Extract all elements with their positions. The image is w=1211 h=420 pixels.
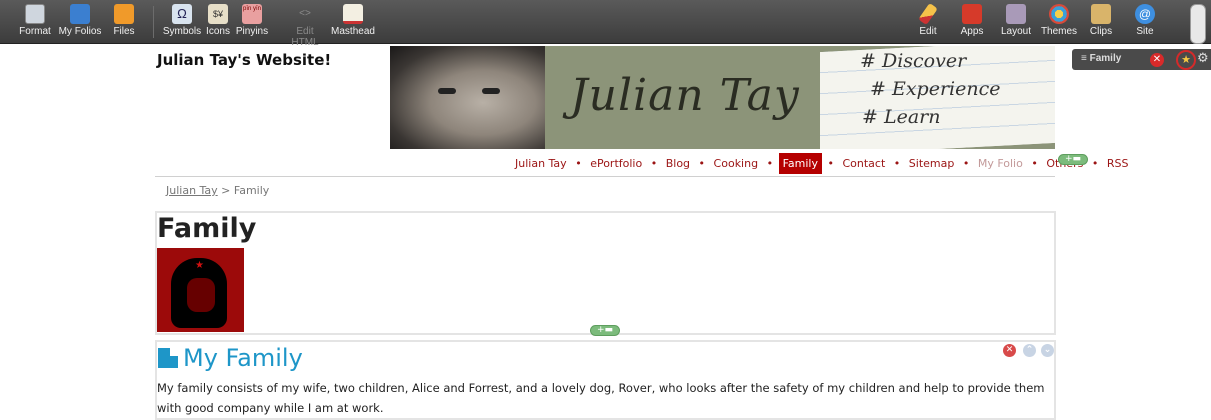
close-icon[interactable]: ✕ <box>1003 344 1016 357</box>
nav-separator: • <box>650 157 658 170</box>
nav-separator: • <box>962 157 970 170</box>
clips-button[interactable]: Clips <box>1087 4 1115 42</box>
my-folios-button[interactable]: My Folios <box>56 4 104 42</box>
nav-item-cooking[interactable]: Cooking <box>711 153 762 174</box>
symbols-button[interactable]: Ω Symbols <box>162 4 202 42</box>
palette-icon <box>1049 4 1069 24</box>
masthead-button[interactable]: Masthead <box>330 4 376 42</box>
nav-item-family[interactable]: Family <box>778 153 822 174</box>
gear-icon[interactable]: ⚙ <box>1197 51 1209 66</box>
themes-button[interactable]: Themes <box>1040 4 1078 42</box>
main-nav: Julian Tay • ePortfolio • Blog • Cooking… <box>512 153 1131 175</box>
edit-html-button[interactable]: <> Edit HTML <box>282 4 328 48</box>
format-button[interactable]: Format <box>14 4 56 42</box>
pinyins-button[interactable]: pīn yīn Pinyins <box>234 4 270 42</box>
breadcrumb: Julian Tay > Family <box>166 184 269 197</box>
nav-separator: • <box>827 157 834 170</box>
files-icon <box>114 4 134 24</box>
section-title: My Family <box>183 344 303 372</box>
nav-separator: • <box>1091 157 1099 170</box>
masthead-label: Masthead <box>331 26 375 37</box>
apps-button[interactable]: Apps <box>955 4 989 42</box>
pinyin-icon: pīn yīn <box>242 4 262 24</box>
toolbar-scroll-handle[interactable] <box>1190 4 1206 44</box>
edit-button[interactable]: Edit <box>914 2 942 42</box>
code-icon: <> <box>299 8 311 19</box>
breadcrumb-current: > Family <box>217 184 270 197</box>
omega-icon: Ω <box>172 4 192 24</box>
nav-item-rss[interactable]: RSS <box>1104 153 1132 174</box>
breadcrumb-home-link[interactable]: Julian Tay <box>166 184 218 197</box>
site-button[interactable]: @ Site <box>1131 4 1159 42</box>
close-icon[interactable]: ✕ <box>1150 53 1164 67</box>
page-panel: ≡ Family ✕ ★ ⚙ <box>1072 49 1211 70</box>
edit-label: Edit <box>919 26 937 37</box>
icons-icon: $¥ <box>208 4 228 24</box>
clips-label: Clips <box>1089 26 1113 37</box>
nav-separator: • <box>1031 157 1038 170</box>
masthead-line-discover: # Discover <box>860 50 967 72</box>
clips-icon <box>1091 4 1111 24</box>
layout-label: Layout <box>1000 26 1032 37</box>
page-title: Family <box>157 213 257 244</box>
family-content-panel <box>155 211 1056 335</box>
portrait-image <box>390 46 545 149</box>
star-icon[interactable]: ★ <box>1176 50 1196 70</box>
toolbar-divider <box>153 6 154 38</box>
pencil-icon <box>918 2 938 26</box>
files-label: Files <box>113 26 135 37</box>
apps-label: Apps <box>960 26 984 37</box>
family-photo[interactable]: ★ <box>157 248 244 332</box>
move-up-icon[interactable]: ⌃ <box>1023 344 1036 357</box>
site-title: Julian Tay's Website! <box>157 51 332 69</box>
themes-label: Themes <box>1040 26 1078 37</box>
masthead-icon <box>343 4 363 24</box>
symbols-label: Symbols <box>162 26 202 37</box>
nav-item-blog[interactable]: Blog <box>663 153 693 174</box>
nav-separator: • <box>893 157 901 170</box>
masthead-line-experience: # Experience <box>870 78 1001 100</box>
format-label: Format <box>19 26 51 37</box>
masthead-name: Julian Tay <box>570 70 800 121</box>
nav-separator: • <box>698 157 706 170</box>
icons-button[interactable]: $¥ Icons <box>203 4 233 42</box>
globe-icon: @ <box>1135 4 1155 24</box>
files-button[interactable]: Files <box>108 4 140 42</box>
nav-divider <box>155 176 1055 177</box>
move-down-icon[interactable]: ⌄ <box>1041 344 1054 357</box>
my-folios-label: My Folios <box>58 26 102 37</box>
nav-item-eportfolio[interactable]: ePortfolio <box>587 153 645 174</box>
format-grid-icon <box>25 4 45 24</box>
masthead-banner: Julian Tay # Discover # Experience # Lea… <box>390 46 1055 149</box>
add-block-button[interactable]: +▬ <box>590 325 620 336</box>
layout-button[interactable]: Layout <box>997 4 1035 42</box>
site-label: Site <box>1136 26 1154 37</box>
section-icon <box>158 348 178 368</box>
panel-title: ≡ Family <box>1081 53 1122 64</box>
toolbox-icon <box>962 4 982 24</box>
nav-item-sitemap[interactable]: Sitemap <box>906 153 958 174</box>
section-body-text: My family consists of my wife, two child… <box>157 381 1045 415</box>
star-icon: ★ <box>195 260 204 271</box>
masthead-line-learn: # Learn <box>862 106 941 128</box>
nav-item-julian-tay[interactable]: Julian Tay <box>512 153 570 174</box>
top-toolbar: Format My Folios Files Ω Symbols $¥ Icon… <box>0 0 1211 48</box>
nav-separator: • <box>575 157 582 170</box>
nav-separator: • <box>766 157 774 170</box>
nav-item-contact[interactable]: Contact <box>839 153 888 174</box>
nav-item-my-folio[interactable]: My Folio <box>975 153 1026 174</box>
layout-icon <box>1006 4 1026 24</box>
folios-icon <box>70 4 90 24</box>
edit-html-label: Edit HTML <box>291 26 319 48</box>
add-nav-item-button[interactable]: +▬ <box>1058 154 1088 165</box>
icons-label: Icons <box>206 26 230 37</box>
pinyins-label: Pinyins <box>235 26 269 37</box>
